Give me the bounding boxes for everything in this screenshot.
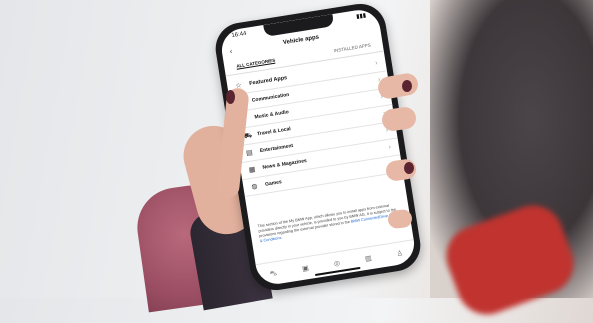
tab-installed-apps[interactable]: INSTALLED APPS [334, 43, 372, 54]
list-item-label: Travel & Local [256, 126, 292, 138]
category-list: ☆ Featured Apps › ▭ Communication › ♫ Mu… [226, 54, 403, 198]
list-item-label: Communication [251, 91, 290, 104]
list-item-label: Entertainment [259, 142, 294, 155]
list-item-label: Games [264, 179, 283, 188]
list-item-label: News & Magazines [262, 157, 308, 171]
phone-screen: 16:44 ▮▮▮ ‹ Vehicle apps ALL CATEGORIES … [218, 7, 418, 287]
fingernail [404, 162, 414, 174]
signal-icon: ▮▮▮ [355, 12, 367, 21]
fingernail [402, 80, 412, 92]
list-item-label: Music & Audio [254, 109, 290, 121]
bottom-navigation: ⛍ ▣ ◎ ▥ ♙ [255, 239, 418, 287]
chevron-right-icon: › [388, 143, 392, 151]
disclaimer-text: This section of the My BMW App, which al… [257, 202, 402, 244]
globe-icon[interactable]: ◎ [333, 259, 340, 268]
person-icon[interactable]: ♙ [396, 249, 403, 258]
finger [380, 105, 418, 133]
box-icon[interactable]: ▣ [302, 264, 310, 273]
newspaper-icon: ▦ [248, 166, 256, 175]
map-icon[interactable]: ▥ [364, 254, 373, 263]
gamepad-icon: ◍ [250, 182, 259, 191]
screen-icon: ▤ [245, 149, 254, 158]
disclaimer-body: This section of the My BMW App, which al… [257, 203, 397, 239]
car-icon[interactable]: ⛍ [269, 269, 278, 279]
photo-scene: 16:44 ▮▮▮ ‹ Vehicle apps ALL CATEGORIES … [0, 0, 593, 323]
list-item-label: Featured Apps [248, 75, 288, 87]
chevron-right-icon: › [374, 59, 379, 67]
status-time: 16:44 [231, 30, 247, 40]
fingernail [226, 90, 235, 104]
tab-all-categories[interactable]: ALL CATEGORIES [235, 57, 276, 70]
